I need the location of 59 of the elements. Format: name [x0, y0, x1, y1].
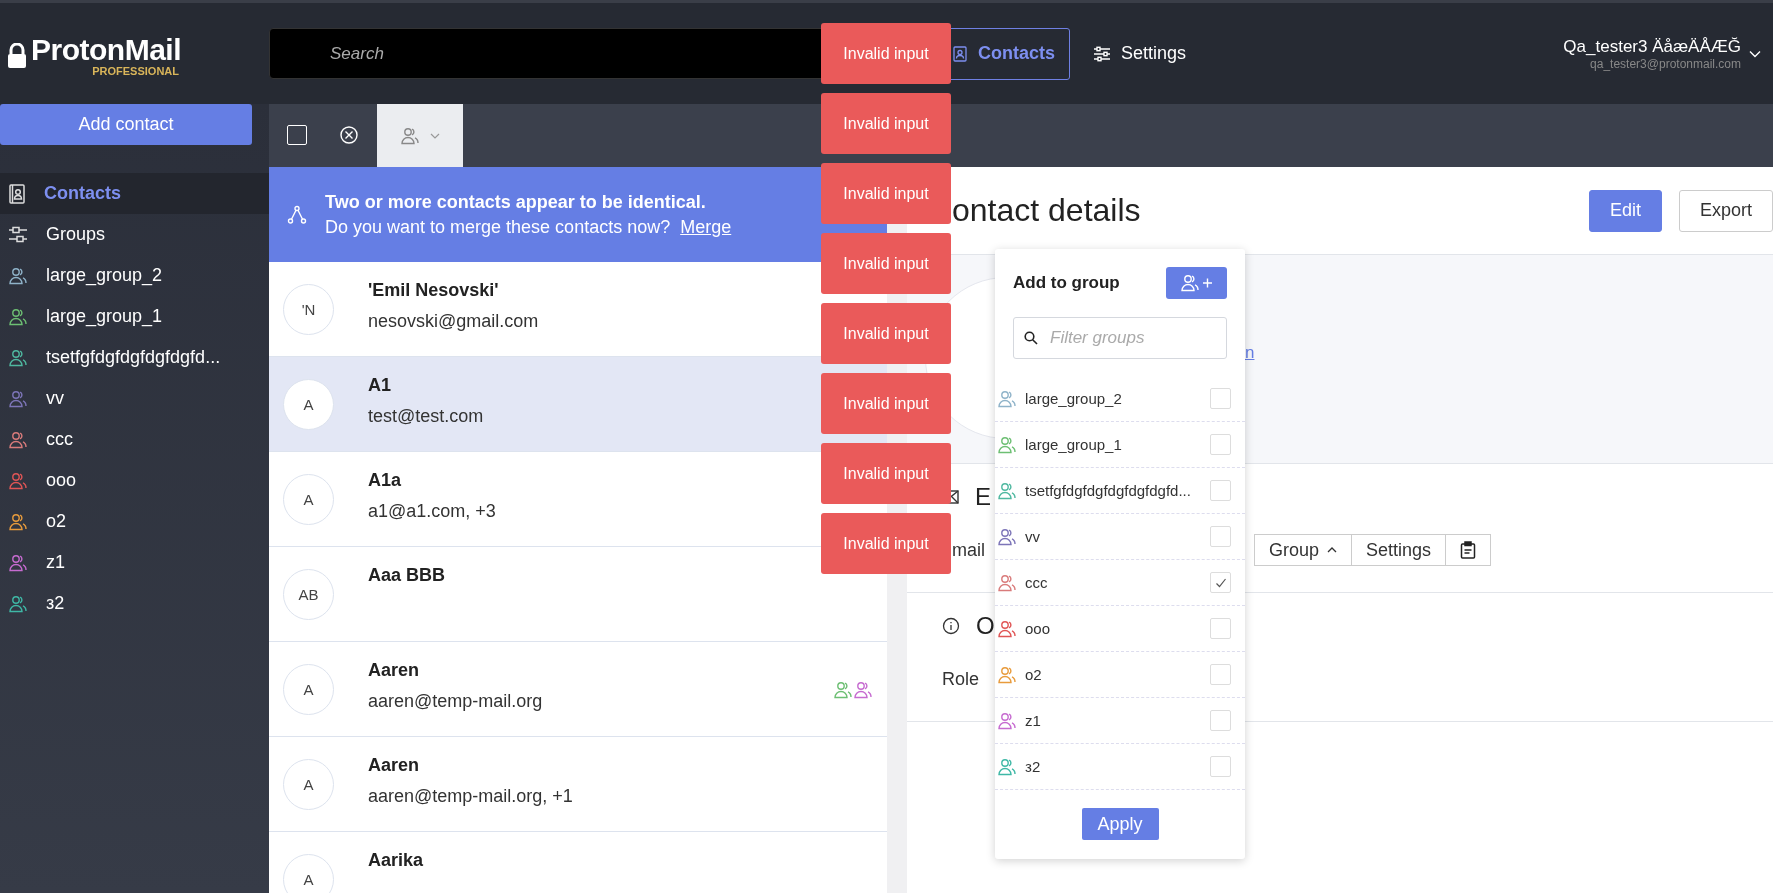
group-option-label: ooo [1025, 620, 1051, 637]
sidebar-label: ooo [46, 470, 77, 491]
contact-name: A1 [368, 375, 392, 396]
contact-name: Aarika [368, 850, 424, 871]
contact-avatar: A [283, 473, 334, 525]
error-toast: Invalid input [821, 163, 951, 224]
contact-name: Aaa BBB [368, 565, 446, 586]
error-toast: Invalid input [821, 303, 951, 364]
sidebar-label: з2 [46, 593, 65, 614]
contact-email: nesovski@gmail.com [368, 311, 539, 332]
error-toast: Invalid input [821, 513, 951, 574]
section-heading: O [976, 612, 995, 640]
sidebar-label: Groups [46, 224, 106, 245]
banner-title: Two or more contacts appear to be identical. [325, 191, 707, 213]
sidebar-label: tsetfgfdgfdgfdgfdgfd... [46, 347, 221, 368]
logo-edition: PROFESSIONAL [92, 64, 179, 77]
contact-avatar: A [283, 853, 334, 893]
sidebar-label: large_group_2 [46, 265, 163, 286]
sidebar-label: z1 [46, 552, 65, 573]
contact-avatar: 'N [283, 283, 334, 335]
error-toast: Invalid input [821, 443, 951, 504]
group-option-label: tsetfgfdgfdgfdgfdgfdgfd... [1025, 482, 1191, 499]
contact-name: 'Emil Nesovski' [368, 280, 500, 301]
group-option-label: z1 [1025, 712, 1041, 729]
contact-email: aaren@temp-mail.org, +1 [368, 786, 573, 807]
contact-avatar: A [283, 378, 334, 430]
sidebar-label: o2 [46, 511, 67, 532]
user-email: qa_tester3@protonmail.com [1590, 56, 1741, 71]
group-option-label: ccc [1025, 574, 1048, 591]
group-option-label: з2 [1025, 758, 1041, 775]
popover-title: Add to group [1013, 273, 1120, 293]
contact-email: a1@a1.com, +3 [368, 501, 496, 522]
details-title: ontact details [952, 192, 1141, 229]
contact-avatar: A [283, 758, 334, 810]
logo-name: ProtonMail [31, 34, 181, 65]
field-label: mail [952, 539, 985, 561]
group-option-label: large_group_2 [1025, 390, 1122, 407]
field-label: Role [942, 668, 980, 690]
contact-email: aaren@temp-mail.org [368, 691, 543, 712]
group-option-label: vv [1025, 528, 1040, 545]
user-name: Qa_tester3 ÄåæÄÅÆĞ [1563, 36, 1741, 57]
group-option-label: o2 [1025, 666, 1042, 683]
contact-name: Aaren [368, 660, 421, 681]
group-option-label: large_group_1 [1025, 436, 1122, 453]
contact-name: Aaren [368, 755, 421, 776]
sidebar-label: vv [46, 388, 64, 409]
error-toast: Invalid input [821, 373, 951, 434]
contact-avatar: AB [283, 568, 334, 620]
contact-name: A1a [368, 470, 403, 491]
sidebar-label: ccc [46, 429, 73, 450]
banner-text: Do you want to merge these contacts now? Merge [325, 216, 732, 238]
error-toast: Invalid input [821, 93, 951, 154]
sidebar-label: Contacts [44, 183, 121, 204]
error-toast: Invalid input [821, 233, 951, 294]
contact-avatar: A [283, 663, 334, 715]
sidebar-label: large_group_1 [46, 306, 163, 327]
error-toast: Invalid input [821, 23, 951, 84]
section-heading: E [975, 483, 991, 511]
contact-email: test@test.com [368, 406, 484, 427]
